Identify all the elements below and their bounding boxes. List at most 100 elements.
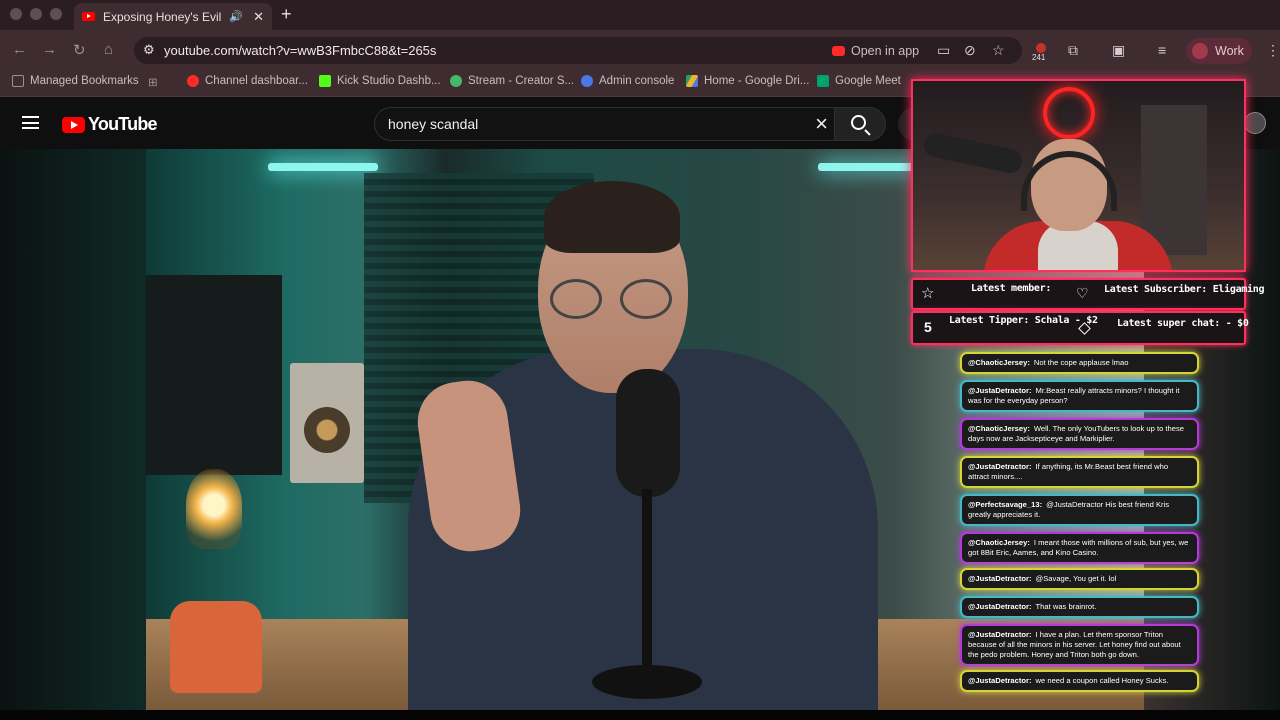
chat-message: @JustaDetractor: we need a coupon called … (960, 670, 1199, 692)
chat-username: @Perfectsavage_13: (968, 500, 1043, 509)
tab-strip: Exposing Honey's Evil Bus 🔊 ✕ + (0, 0, 1280, 30)
bookmark-label: Managed Bookmarks (30, 75, 139, 87)
extensions-puzzle-icon[interactable]: ⧉ (1068, 42, 1078, 59)
eye-off-icon[interactable]: ⊘ (964, 42, 976, 59)
overlay-member-bar: ☆ Latest member: ♡ Latest Subscriber: El… (911, 278, 1264, 310)
chat-message: @ChaoticJersey: Well. The only YouTubers … (960, 418, 1199, 450)
meet-icon (817, 75, 829, 87)
back-icon[interactable]: ← (12, 41, 27, 58)
apps-grid-icon[interactable]: ⊞ (148, 75, 158, 89)
kick-icon (319, 75, 331, 87)
chat-message: @ChaoticJersey: Not the cope applause lma… (960, 352, 1199, 374)
youtube-icon (187, 75, 199, 87)
latest-superchat: Latest super chat: - $0 (1117, 318, 1249, 329)
tab-close-icon[interactable]: ✕ (253, 9, 264, 25)
chat-message: @JustaDetractor: If anything, its Mr.Beas… (960, 456, 1199, 488)
search-icon (851, 115, 866, 130)
extension-icon (1036, 43, 1046, 53)
star-icon: ☆ (921, 285, 935, 302)
new-tab-button[interactable]: + (281, 4, 292, 25)
bookmark-managed[interactable]: Managed Bookmarks (12, 75, 139, 87)
ring-light-icon (1043, 87, 1095, 139)
chat-text: @Savage, You get it. lol (1035, 574, 1117, 583)
chat-username: @JustaDetractor: (968, 574, 1032, 583)
reload-icon[interactable]: ↻ (73, 41, 86, 59)
chat-username: @JustaDetractor: (968, 630, 1032, 639)
tab-title: Exposing Honey's Evil Bus (103, 9, 225, 24)
cast-icon[interactable]: ▭ (937, 42, 950, 59)
site-info-icon[interactable]: ⚙ (143, 42, 155, 58)
tipper-rank: 5 (924, 319, 932, 335)
webcam-overlay (911, 79, 1246, 272)
drive-icon (686, 75, 698, 87)
search-button[interactable] (834, 107, 886, 141)
latest-tipper: Latest Tipper: Schala - $2 (949, 315, 1098, 326)
bookmark-label: Stream - Creator S... (468, 75, 575, 87)
chat-text: Not the cope applause lmao (1033, 358, 1129, 367)
chat-username: @JustaDetractor: (968, 462, 1032, 471)
menu-icon[interactable] (22, 116, 39, 129)
youtube-app-icon (832, 46, 845, 56)
bookmark-google-meet[interactable]: Google Meet (817, 75, 901, 87)
chat-message: @ChaoticJersey: I meant those with millio… (960, 532, 1199, 564)
chat-message: @JustaDetractor: I have a plan. Let them … (960, 624, 1199, 666)
chat-username: @ChaoticJersey: (968, 358, 1030, 367)
latest-subscriber: Latest Subscriber: Eligaming (1104, 284, 1265, 295)
home-icon[interactable]: ⌂ (104, 41, 113, 58)
bookmark-label: Kick Studio Dashb... (337, 75, 441, 87)
extension-badge[interactable]: 241 (1032, 43, 1050, 63)
chat-username: @ChaoticJersey: (968, 538, 1030, 547)
latest-member: Latest member: (971, 283, 1052, 294)
chat-message: @JustaDetractor: That was brainrot. (960, 596, 1199, 618)
youtube-favicon-icon (82, 12, 95, 21)
bookmark-channel-dashboard[interactable]: Channel dashboar... (187, 75, 308, 87)
extension-count: 241 (1032, 53, 1046, 62)
chat-username: @JustaDetractor: (968, 386, 1032, 395)
ambient-glow-left (0, 149, 146, 710)
bookmark-google-drive[interactable]: Home - Google Dri... (686, 75, 809, 87)
tab-audio-icon[interactable]: 🔊 (229, 10, 243, 23)
folder-icon (12, 75, 24, 87)
overlay-tipper-bar: 5 Latest Tipper: Schala - $2 Latest supe… (911, 311, 1249, 345)
bookmark-label: Google Meet (835, 75, 901, 87)
bookmark-label: Channel dashboar... (205, 75, 308, 87)
close-window-button[interactable] (10, 8, 22, 20)
reading-list-icon[interactable]: ≡ (1158, 42, 1166, 58)
account-avatar[interactable] (1244, 112, 1266, 134)
search-input[interactable]: honey scandal × (374, 107, 842, 141)
chat-message: @Perfectsavage_13: @JustaDetractor His be… (960, 494, 1199, 526)
admin-icon (581, 75, 593, 87)
chat-text: we need a coupon called Honey Sucks. (1035, 676, 1169, 685)
minimize-window-button[interactable] (30, 8, 42, 20)
clear-search-icon[interactable]: × (815, 111, 828, 137)
open-in-app-label: Open in app (851, 44, 920, 58)
heart-icon: ♡ (1076, 285, 1089, 301)
chat-username: @ChaoticJersey: (968, 424, 1030, 433)
chat-text: That was brainrot. (1035, 602, 1097, 611)
chat-username: @JustaDetractor: (968, 676, 1032, 685)
bookmark-admin-console[interactable]: Admin console (581, 75, 674, 87)
bookmark-stream-creator[interactable]: Stream - Creator S... (450, 75, 574, 87)
chat-message: @JustaDetractor: Mr.Beast really attracts… (960, 380, 1199, 412)
bookmark-label: Admin console (599, 75, 675, 87)
browser-tab[interactable]: Exposing Honey's Evil Bus 🔊 ✕ (74, 3, 272, 30)
youtube-logo[interactable]: YouTube (62, 114, 158, 135)
search-query: honey scandal (388, 116, 479, 132)
profile-avatar (1192, 43, 1208, 59)
stream-icon (450, 75, 462, 87)
bookmark-star-icon[interactable]: ☆ (992, 42, 1005, 59)
bookmark-label: Home - Google Dri... (704, 75, 810, 87)
youtube-play-icon (62, 116, 85, 133)
maximize-window-button[interactable] (50, 8, 62, 20)
forward-icon[interactable]: → (42, 41, 57, 58)
chat-message: @JustaDetractor: @Savage, You get it. lol (960, 568, 1199, 590)
profile-label: Work (1215, 44, 1244, 58)
profile-button[interactable]: Work (1186, 38, 1252, 64)
side-panel-icon[interactable]: ▣ (1112, 42, 1125, 59)
open-in-app-button[interactable]: Open in app (832, 41, 919, 61)
chat-username: @JustaDetractor: (968, 602, 1032, 611)
browser-menu-icon[interactable]: ⋮ (1266, 42, 1280, 59)
address-url: youtube.com/watch?v=wwB3FmbcC88&t=265s (164, 43, 437, 58)
bookmark-kick-studio[interactable]: Kick Studio Dashb... (319, 75, 441, 87)
video-controls-strip (0, 710, 1280, 720)
